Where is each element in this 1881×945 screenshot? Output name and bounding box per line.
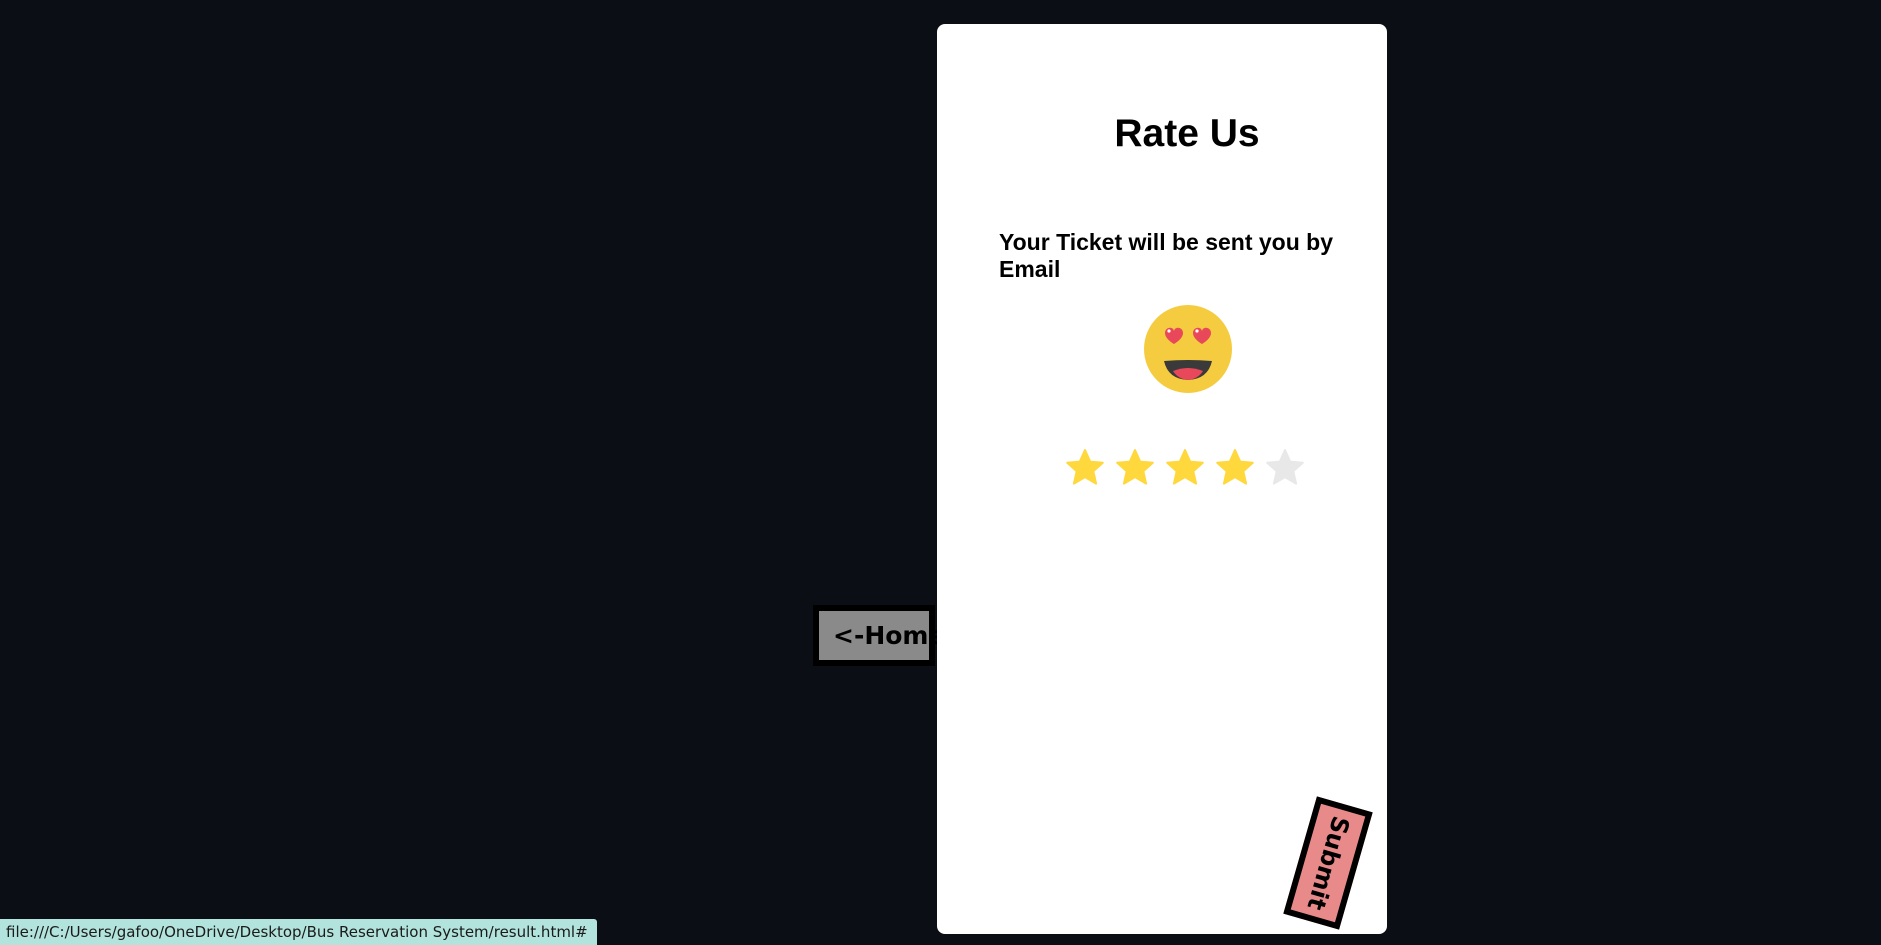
star-4-icon[interactable] (1215, 448, 1255, 488)
heart-eyes-emoji-icon (1142, 303, 1234, 395)
home-button-label: <-Home (833, 621, 946, 650)
star-1-icon[interactable] (1065, 448, 1105, 488)
star-2-icon[interactable] (1115, 448, 1155, 488)
page-title: Rate Us (1114, 112, 1260, 155)
page: <-Home Rate Us Your Ticket will be sent … (0, 0, 1881, 945)
ticket-message: Your Ticket will be sent you by Email (999, 229, 1334, 282)
star-rating (1065, 448, 1305, 492)
status-bar-url: file:///C:/Users/gafoo/OneDrive/Desktop/… (0, 919, 597, 945)
star-5-icon[interactable] (1265, 448, 1305, 488)
home-button[interactable]: <-Home (813, 605, 945, 666)
submit-button-label: Submit (1301, 812, 1355, 914)
star-3-icon[interactable] (1165, 448, 1205, 488)
